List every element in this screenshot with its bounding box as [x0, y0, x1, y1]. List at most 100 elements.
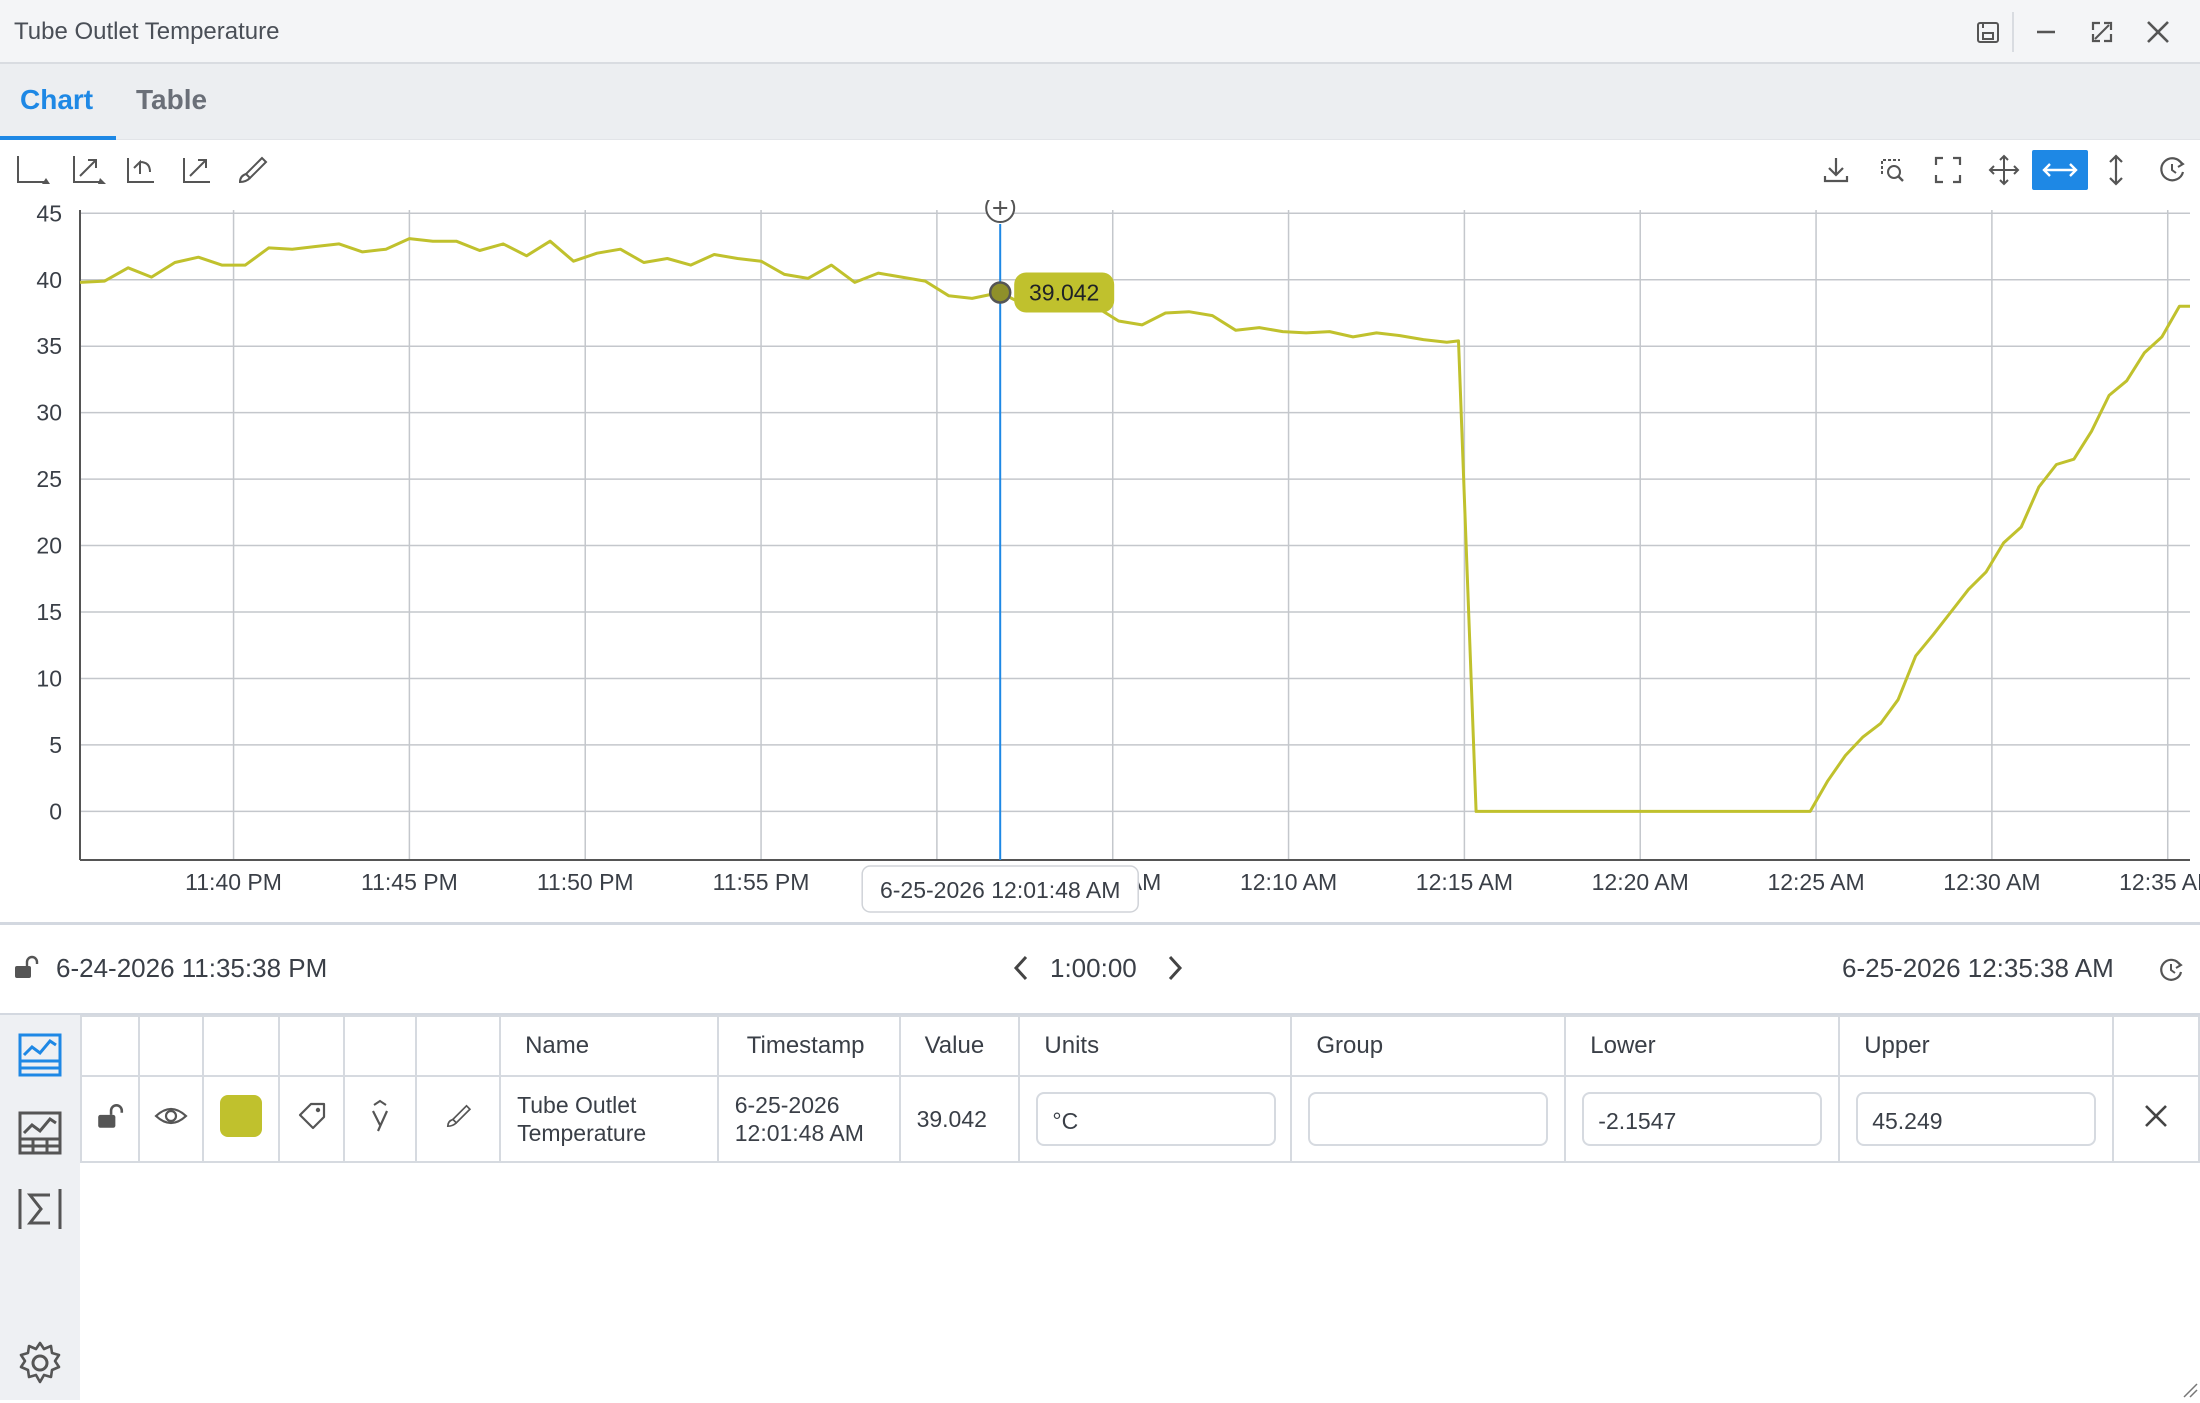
title-divider	[2012, 12, 2014, 52]
value-text: 39.042	[916, 1106, 987, 1132]
units-cell: °C	[1018, 1075, 1293, 1163]
axis-cell[interactable]	[343, 1075, 418, 1163]
visibility-cell[interactable]	[137, 1075, 204, 1163]
reset-time-icon[interactable]	[2154, 953, 2188, 987]
units-field[interactable]: °C	[1036, 1092, 1277, 1146]
range-start-time[interactable]: 6-24-2026 11:35:38 PM	[56, 953, 327, 984]
header-axis	[343, 1015, 418, 1077]
minimize-icon[interactable]	[2028, 14, 2064, 50]
trend-table: Name Timestamp Value Units Group Lower U…	[80, 1015, 2200, 1163]
timestamp-line1: 6-25-2026	[734, 1092, 840, 1118]
header-color	[201, 1015, 280, 1077]
y-tick-label: 25	[36, 466, 62, 492]
trend-list-icon[interactable]	[14, 1029, 66, 1081]
header-name[interactable]: Name	[499, 1015, 719, 1077]
y-tick-label: 45	[36, 200, 62, 226]
tag-icon[interactable]	[294, 1098, 330, 1134]
close-icon[interactable]	[2140, 14, 2176, 50]
tab-bar: Chart Table	[0, 64, 2200, 140]
lower-field[interactable]: -2.1547	[1582, 1092, 1823, 1146]
tag-cell[interactable]	[277, 1075, 346, 1163]
y-tick-label: 20	[36, 533, 62, 559]
close-icon[interactable]	[2139, 1099, 2173, 1133]
chart-table-icon[interactable]	[14, 1107, 66, 1159]
x-tick-label: 12:30 AM	[1943, 869, 2040, 895]
y-tick-label: 30	[36, 400, 62, 426]
y-axis-icon[interactable]	[365, 1099, 395, 1133]
header-units[interactable]: Units	[1018, 1015, 1293, 1077]
save-icon[interactable]	[1970, 14, 2006, 50]
x-tick-label: 11:45 PM	[361, 869, 458, 895]
resize-grip-icon[interactable]	[2180, 1380, 2198, 1398]
tab-chart[interactable]: Chart	[20, 84, 93, 116]
pan-icon[interactable]	[1984, 150, 2024, 190]
pan-vertical-icon[interactable]	[2096, 150, 2136, 190]
y-tick-label: 15	[36, 599, 62, 625]
pan-horizontal-icon[interactable]	[2032, 150, 2088, 190]
statistics-icon[interactable]	[14, 1183, 66, 1235]
unlock-icon[interactable]	[95, 1101, 125, 1131]
brush-icon[interactable]	[232, 150, 272, 190]
eye-icon[interactable]	[153, 1098, 189, 1134]
y-tick-label: 5	[49, 732, 62, 758]
y-tick-label: 40	[36, 267, 62, 293]
y-tick-label: 0	[49, 798, 62, 824]
chart-area[interactable]: 0 5 10 15 20 25 30 35 40 45 11:40 PM 11:45 PM 11:50 …	[0, 200, 2200, 920]
brush-icon[interactable]	[441, 1099, 475, 1133]
name-cell: Tube Outlet Temperature	[499, 1075, 719, 1163]
reset-time-icon[interactable]	[2152, 150, 2192, 190]
range-end-time[interactable]: 6-25-2026 12:35:38 AM	[1842, 953, 2114, 984]
x-tick-label: 12:25 AM	[1767, 869, 1864, 895]
table-header-row: Name Timestamp Value Units Group Lower U…	[80, 1015, 2200, 1077]
side-panel	[0, 1015, 80, 1400]
header-visibility	[137, 1015, 204, 1077]
header-lower[interactable]: Lower	[1564, 1015, 1841, 1077]
style-cell[interactable]	[415, 1075, 502, 1163]
x-tick-label: 12:15 AM	[1416, 869, 1513, 895]
unlock-icon[interactable]	[12, 953, 40, 981]
series-name-line2: Temperature	[517, 1120, 647, 1146]
window-title: Tube Outlet Temperature	[14, 18, 280, 45]
header-value[interactable]: Value	[898, 1015, 1021, 1077]
remove-cell[interactable]	[2112, 1075, 2200, 1163]
chevron-left-icon[interactable]	[1006, 951, 1036, 985]
trend-chart[interactable]: 0 5 10 15 20 25 30 35 40 45 11:40 PM 11:45 PM 11:50 …	[0, 200, 2200, 920]
lock-cell[interactable]	[80, 1075, 140, 1163]
x-tick-label: 12:10 AM	[1240, 869, 1337, 895]
header-tag	[277, 1015, 346, 1077]
x-tick-label: 12:20 AM	[1592, 869, 1689, 895]
upper-field[interactable]: 45.249	[1856, 1092, 2097, 1146]
fit-screen-icon[interactable]	[1928, 150, 1968, 190]
x-tick-label: 11:50 PM	[537, 869, 634, 895]
header-group[interactable]: Group	[1290, 1015, 1567, 1077]
series-name-line1: Tube Outlet	[517, 1092, 637, 1118]
auto-scale-icon[interactable]	[176, 150, 216, 190]
tab-table[interactable]: Table	[136, 84, 207, 116]
range-duration[interactable]: 1:00:00	[1050, 953, 1137, 984]
header-style	[415, 1015, 502, 1077]
color-cell[interactable]	[201, 1075, 280, 1163]
header-lock	[80, 1015, 140, 1077]
chart-toolbar	[0, 140, 2200, 200]
series-color-swatch[interactable]	[219, 1095, 262, 1137]
zoom-axis-icon[interactable]	[68, 150, 108, 190]
group-field[interactable]	[1308, 1092, 1549, 1146]
gear-icon[interactable]	[14, 1337, 66, 1389]
table-row[interactable]: Tube Outlet Temperature 6-25-2026 12:01:…	[80, 1075, 2200, 1163]
axis-icon[interactable]	[12, 150, 52, 190]
zoom-region-icon[interactable]	[1872, 150, 1912, 190]
header-remove	[2112, 1015, 2200, 1077]
series-line	[79, 237, 2190, 813]
chevron-right-icon[interactable]	[1160, 951, 1190, 985]
lower-cell: -2.1547	[1564, 1075, 1841, 1163]
header-timestamp[interactable]: Timestamp	[716, 1015, 901, 1077]
upper-cell: 45.249	[1838, 1075, 2115, 1163]
maximize-icon[interactable]	[2084, 14, 2120, 50]
undo-zoom-icon[interactable]	[120, 150, 160, 190]
timestamp-cell: 6-25-2026 12:01:48 AM	[716, 1075, 901, 1163]
cursor-time-label: 6-25-2026 12:01:48 AM	[880, 877, 1120, 903]
download-icon[interactable]	[1816, 150, 1856, 190]
group-cell	[1290, 1075, 1567, 1163]
header-upper[interactable]: Upper	[1838, 1015, 2115, 1077]
cursor-value-label: 39.042	[1029, 279, 1099, 305]
